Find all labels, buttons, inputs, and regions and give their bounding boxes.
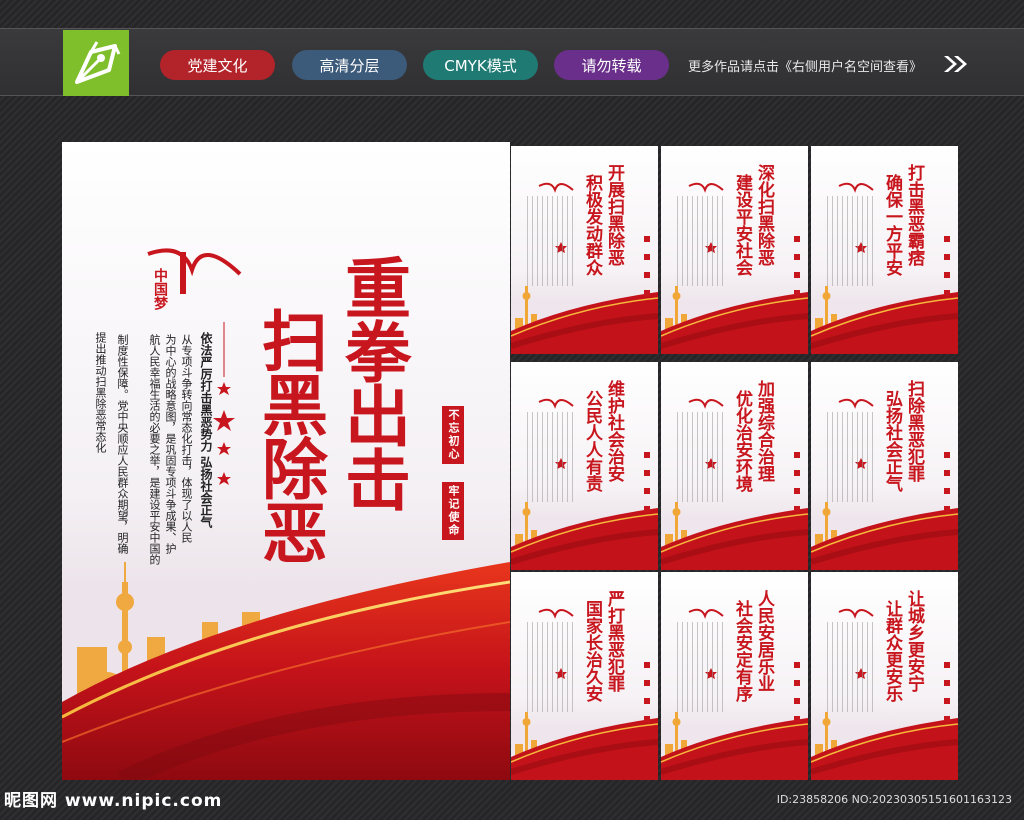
main-title-col1: 重拳出击 — [334, 254, 412, 510]
seal-marks — [794, 236, 800, 296]
seal-marks — [794, 662, 800, 722]
image-id-text: ID:23858206 NO:20230305151601163123 — [776, 793, 1012, 806]
seal-marks — [644, 662, 650, 722]
mini-title-line2: 优化治安环境 — [732, 390, 752, 492]
poster-body-line: 航人民幸福生活的必要之举，是建设平安中国的 — [148, 334, 161, 565]
mini-title-line1: 打击黑恶霸痞 — [904, 164, 924, 266]
site-watermark: 昵图网 www.nipic.com — [4, 791, 223, 811]
poster-body-line: 为中心的战略意图，是巩固专项斗争成果、护 — [164, 334, 177, 554]
mini-title-line2: 确保一方平安 — [882, 174, 902, 276]
main-poster: 重拳出击 扫黑除恶 中国梦 依法严厉打击黑恶势力 弘扬社会正气 从专项斗争转向常… — [62, 142, 510, 780]
mini-poster: 打击黑恶霸痞 确保一方平安 — [811, 146, 958, 354]
body-text-lines — [677, 622, 723, 712]
mini-title-line2: 公民人人有责 — [582, 390, 602, 492]
seal-marks — [944, 452, 950, 512]
mini-title-line1: 维护社会治安 — [604, 380, 624, 482]
mini-title-line2: 社会安定有序 — [732, 600, 752, 702]
mini-title-line1: 加强综合治理 — [754, 380, 774, 482]
body-text-lines — [827, 412, 873, 502]
mini-poster: 让城乡更安宁 让群众更安乐 — [811, 572, 958, 780]
seal-marks — [644, 236, 650, 296]
mini-title-line2: 积极发动群众 — [582, 174, 602, 276]
mini-title-line1: 扫除黑恶犯罪 — [904, 380, 924, 482]
mini-title-line1: 严打黑恶犯罪 — [604, 590, 624, 692]
poster-body-line: 制度性保障。党中央顺应人民群众期望，明确 — [116, 334, 129, 554]
seal-marks — [644, 452, 650, 512]
poster-body-line: 从专项斗争转向常态化打击，体现了以人民 — [180, 334, 193, 543]
mini-poster: 维护社会治安 公民人人有责 — [511, 362, 658, 570]
mini-poster: 加强综合治理 优化治安环境 — [661, 362, 808, 570]
mini-title-line2: 国家长治久安 — [582, 600, 602, 702]
tag-no-repost[interactable]: 请勿转载 — [554, 50, 669, 80]
mini-title-line1: 深化扫黑除恶 — [754, 164, 774, 266]
mini-poster: 扫除黑恶犯罪 弘扬社会正气 — [811, 362, 958, 570]
mini-poster: 严打黑恶犯罪 国家长治久安 — [511, 572, 658, 780]
mini-title-line2: 建设平安社会 — [732, 174, 752, 276]
poster-heading: 依法严厉打击黑恶势力 弘扬社会正气 — [199, 332, 213, 529]
seal-stay-true: 不忘初心 — [442, 406, 464, 464]
logo-text: 中国梦 — [152, 268, 168, 310]
mini-title-line1: 让城乡更安宁 — [904, 590, 924, 692]
mini-poster: 深化扫黑除恶 建设平安社会 — [661, 146, 808, 354]
seal-marks — [944, 662, 950, 722]
double-chevron-right-icon[interactable] — [942, 54, 970, 74]
mini-title-line1: 开展扫黑除恶 — [604, 164, 624, 266]
mini-title-line2: 弘扬社会正气 — [882, 390, 902, 492]
more-works-link[interactable]: 更多作品请点击《右侧用户名空间查看》 — [688, 56, 922, 75]
tag-hd-layers[interactable]: 高清分层 — [292, 50, 407, 80]
body-text-lines — [527, 622, 573, 712]
seal-marks — [794, 452, 800, 512]
body-text-lines — [827, 622, 873, 712]
body-text-lines — [527, 196, 573, 286]
tag-cmyk-mode[interactable]: CMYK模式 — [423, 50, 538, 80]
main-title-col2: 扫黑除恶 — [251, 307, 329, 563]
site-logo[interactable] — [63, 30, 129, 96]
mini-poster: 开展扫黑除恶 积极发动群众 — [511, 146, 658, 354]
stars-decoration — [213, 382, 235, 485]
seal-keep-mission: 牢记使命 — [442, 482, 464, 540]
seal-marks — [944, 236, 950, 296]
mini-poster: 人民安居乐业 社会安定有序 — [661, 572, 808, 780]
mini-title-line2: 让群众更安乐 — [882, 600, 902, 702]
body-text-lines — [677, 412, 723, 502]
tag-party-culture[interactable]: 党建文化 — [160, 50, 275, 80]
poster-body-line: 提出推动扫黑除恶常态化 — [94, 332, 107, 453]
body-text-lines — [527, 412, 573, 502]
body-text-lines — [827, 196, 873, 286]
mini-title-line1: 人民安居乐业 — [754, 590, 774, 692]
pen-nib-icon — [75, 41, 121, 84]
body-text-lines — [677, 196, 723, 286]
